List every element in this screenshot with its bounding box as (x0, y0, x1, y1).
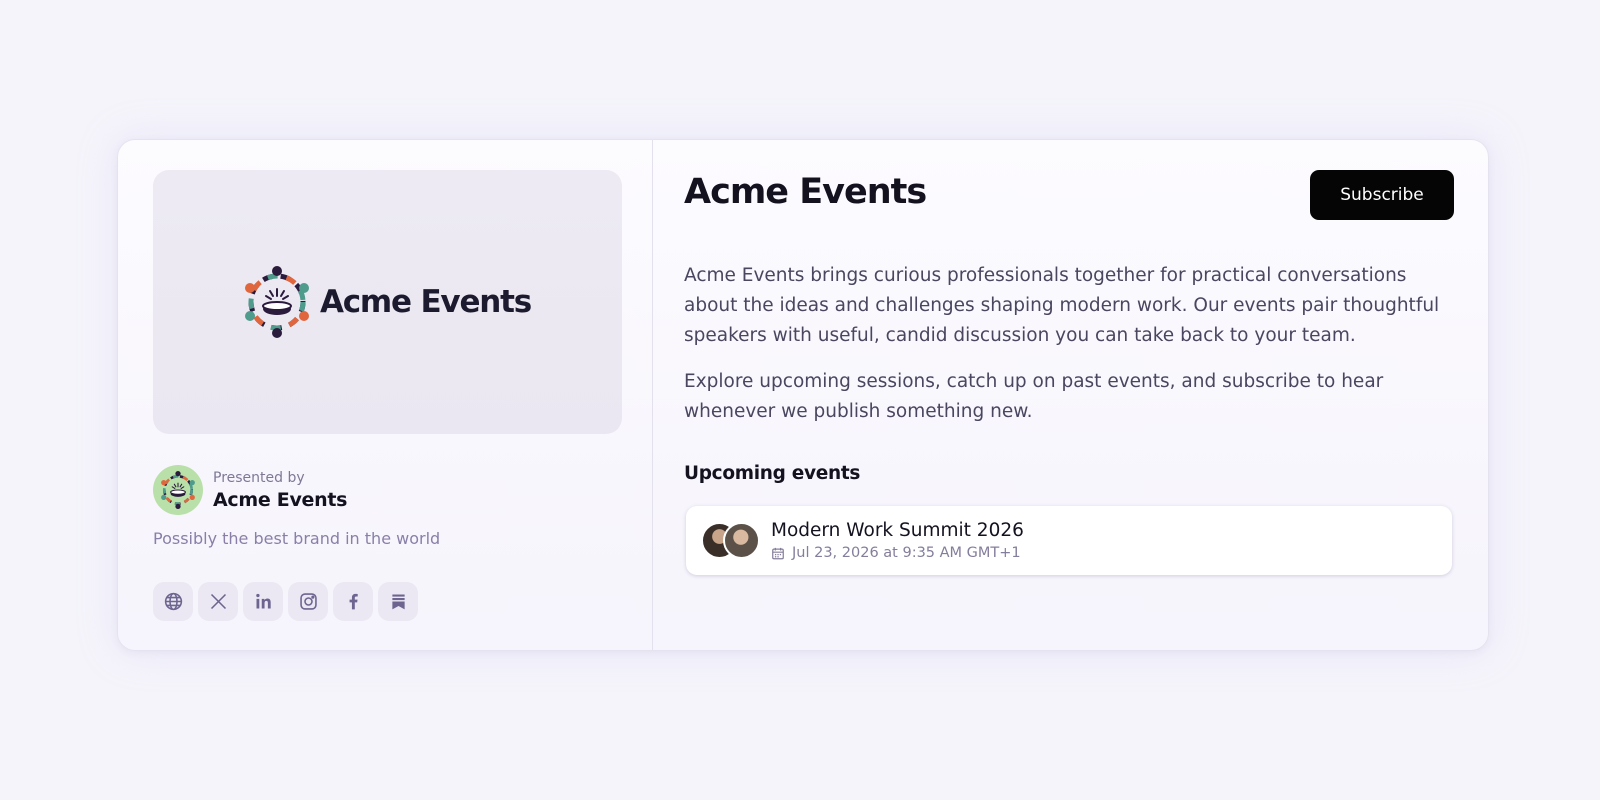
brand-description: Acme Events brings curious professionals… (684, 261, 1444, 443)
x-icon (210, 593, 226, 610)
page-title: Acme Events (684, 172, 927, 212)
calendar-icon (772, 547, 784, 559)
event-info: Modern Work Summit 2026 Jul 23, 2026 at … (771, 520, 1024, 561)
globe-icon (164, 592, 182, 611)
facebook-icon (349, 593, 358, 610)
substack-icon (391, 594, 405, 610)
event-title[interactable]: Modern Work Summit 2026 (771, 520, 1024, 541)
subscribe-button[interactable]: Subscribe (1310, 170, 1454, 220)
speaker-avatar (723, 521, 760, 559)
description-paragraph: Explore upcoming sessions, catch up on p… (684, 371, 1384, 422)
brand-tagline: Possibly the best brand in the world (153, 529, 441, 548)
speaker-avatars (701, 521, 771, 560)
website-link[interactable] (153, 582, 193, 621)
instagram-link[interactable] (288, 582, 328, 621)
linkedin-link[interactable] (243, 582, 283, 621)
brand-banner: Acme Events (153, 170, 622, 434)
presenter-avatar[interactable] (153, 465, 203, 515)
event-date: Jul 23, 2026 at 9:35 AM GMT+1 (771, 545, 1024, 561)
description-paragraph: Acme Events brings curious professionals… (684, 265, 1440, 346)
linkedin-icon (255, 593, 271, 609)
social-links (153, 582, 418, 621)
instagram-icon (299, 593, 317, 610)
event-card[interactable]: Modern Work Summit 2026 Jul 23, 2026 at … (686, 506, 1452, 575)
banner-wordmark: Acme Events (319, 284, 532, 320)
facebook-link[interactable] (333, 582, 373, 621)
presented-by-label: Presented by (213, 469, 305, 486)
upcoming-events-heading: Upcoming events (684, 463, 861, 484)
substack-link[interactable] (378, 582, 418, 621)
presenter-name[interactable]: Acme Events (213, 489, 347, 511)
x-link[interactable] (198, 582, 238, 621)
details-panel: Acme Events Subscribe Acme Events brings… (653, 140, 1488, 650)
acme-logo-icon (244, 266, 310, 338)
event-date-text: Jul 23, 2026 at 9:35 AM GMT+1 (792, 545, 1021, 561)
brand-panel: Acme Events Presented by Acme Events Pos… (118, 140, 653, 650)
brand-card: Acme Events Presented by Acme Events Pos… (117, 139, 1489, 651)
acme-logo-icon (160, 471, 196, 509)
presenter: Presented by Acme Events (153, 465, 347, 515)
